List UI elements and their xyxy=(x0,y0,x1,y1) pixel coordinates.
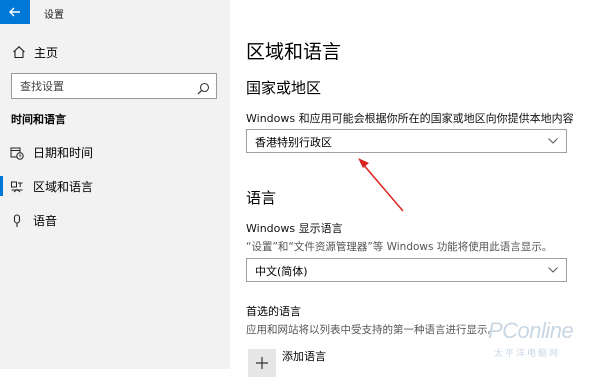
add-language-button[interactable]: 添加语言 xyxy=(246,344,386,377)
chevron-down-icon xyxy=(548,138,558,144)
back-arrow-icon xyxy=(9,7,20,17)
watermark-subtext: 太平洋电脑网 xyxy=(494,349,561,359)
sidebar-item-label: 语音 xyxy=(33,214,58,228)
sidebar-item-label: 日期和时间 xyxy=(33,146,94,160)
display-language-select[interactable]: 中文(简体) xyxy=(246,258,567,282)
title-bar: 设置 xyxy=(0,0,230,24)
window-title: 设置 xyxy=(44,10,64,21)
add-language-label: 添加语言 xyxy=(282,350,326,363)
sidebar-item-label: 区域和语言 xyxy=(33,180,94,194)
country-select-value: 香港特别行政区 xyxy=(255,136,332,149)
preferred-languages-description: 应用和网站将以列表中受支持的第一种语言进行显示。 xyxy=(246,324,498,336)
search-icon[interactable] xyxy=(197,80,210,99)
region-icon xyxy=(10,179,24,198)
main-content: 区域和语言 国家或地区 Windows 和应用可能会根据你所在的国家或地区向你提… xyxy=(230,0,600,377)
microphone-icon xyxy=(10,213,24,232)
chevron-down-icon xyxy=(548,267,558,273)
display-language-description: “设置”和“文件资源管理器”等 Windows 功能将使用此语言显示。 xyxy=(246,241,553,253)
display-language-label: Windows 显示语言 xyxy=(246,222,343,235)
calendar-clock-icon xyxy=(10,145,24,164)
page-title: 区域和语言 xyxy=(246,41,342,63)
watermark-logo: PConline 太平洋电脑网 xyxy=(488,318,596,364)
preferred-languages-title: 首选的语言 xyxy=(246,305,301,318)
search-input[interactable] xyxy=(20,78,190,94)
sidebar-section-title: 时间和语言 xyxy=(11,113,66,126)
home-icon xyxy=(12,44,26,63)
plus-icon xyxy=(248,349,276,377)
country-select[interactable]: 香港特别行政区 xyxy=(246,129,567,153)
home-nav-item[interactable]: 主页 xyxy=(0,40,230,64)
sidebar-item-date-time[interactable]: 日期和时间 xyxy=(0,139,230,165)
country-description: Windows 和应用可能会根据你所在的国家或地区向你提供本地内容 xyxy=(246,112,574,125)
watermark-text: PConline xyxy=(488,318,574,343)
sidebar-item-region-language[interactable]: 区域和语言 xyxy=(0,173,230,199)
country-heading: 国家或地区 xyxy=(246,79,322,97)
display-language-select-value: 中文(简体) xyxy=(255,265,308,278)
sidebar-item-speech[interactable]: 语音 xyxy=(0,207,230,233)
back-button[interactable] xyxy=(0,0,30,24)
selection-indicator xyxy=(0,176,3,196)
language-heading: 语言 xyxy=(246,189,277,207)
sidebar: 设置 主页 时间和语言 日期和时间 xyxy=(0,0,230,369)
search-box[interactable] xyxy=(11,73,217,99)
home-label: 主页 xyxy=(34,46,59,60)
